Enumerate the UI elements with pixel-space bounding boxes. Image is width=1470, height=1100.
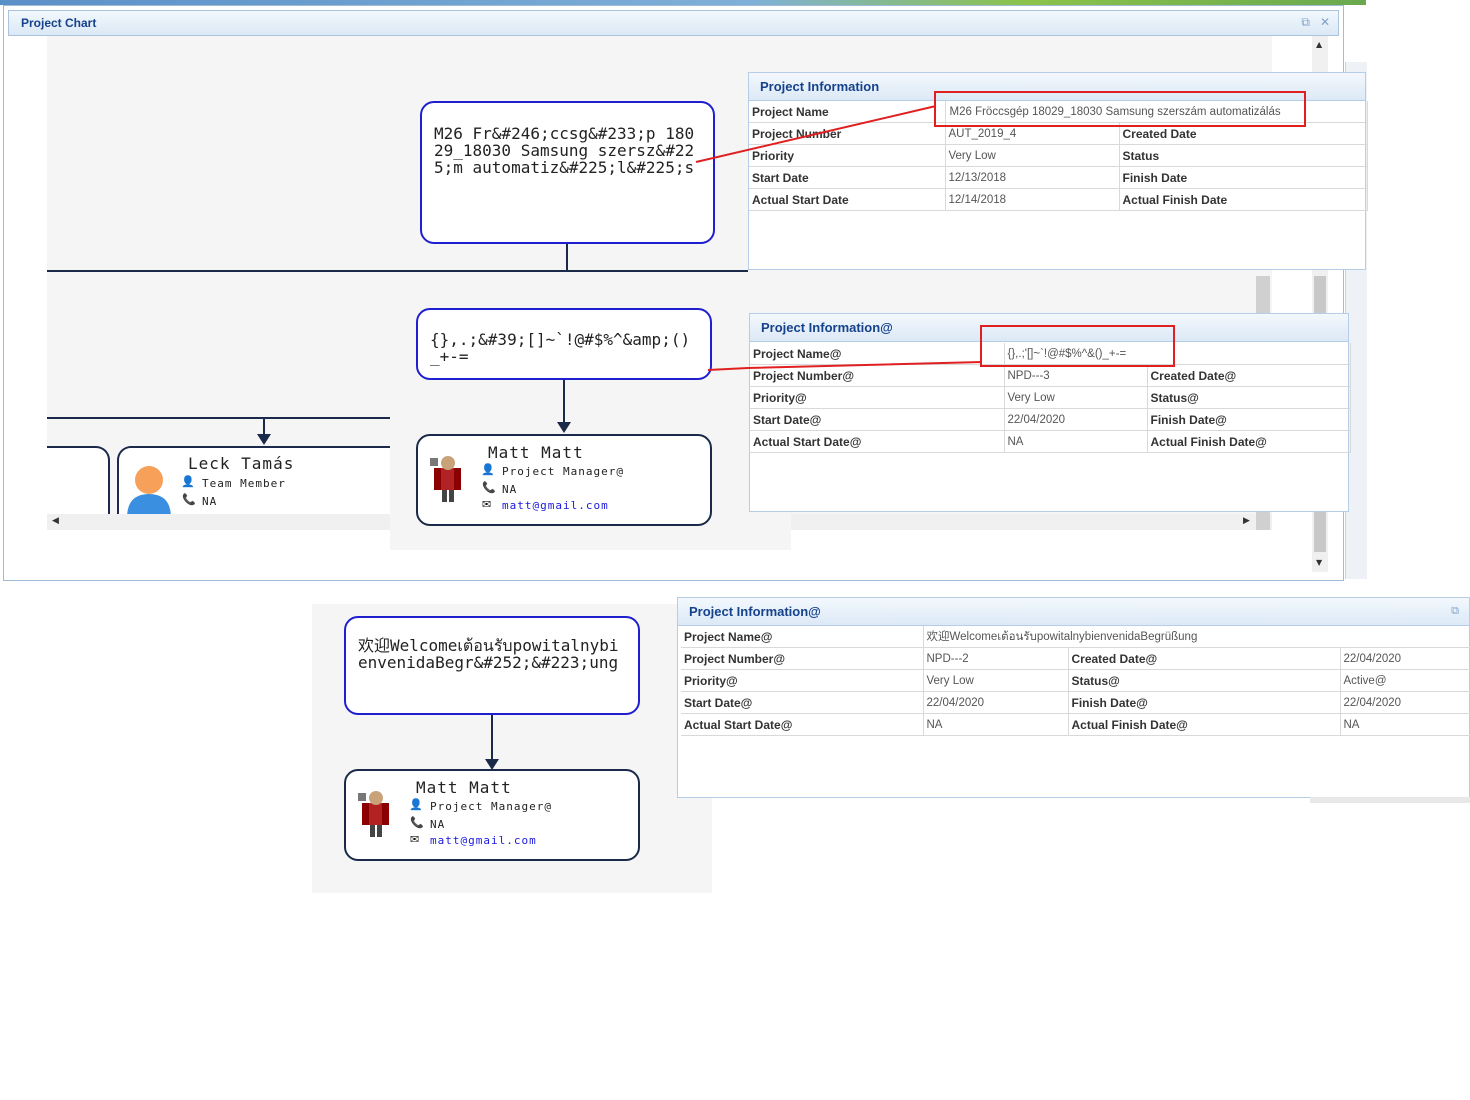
value-start-date: 22/04/2020 — [923, 691, 1069, 714]
value-project-number: NPD---2 — [923, 647, 1069, 670]
popout-icon[interactable]: ⧉ — [1451, 604, 1459, 618]
label-status: Status@ — [1068, 669, 1341, 692]
label-finish-date: Finish Date@ — [1068, 691, 1341, 714]
label-start-date: Start Date@ — [681, 691, 924, 714]
highlight-line-1 — [695, 105, 937, 163]
panel-3-bottom-strip — [1310, 797, 1470, 803]
label-actual-start: Actual Start Date@ — [681, 713, 924, 736]
manager-email-link[interactable]: matt@gmail.com — [430, 834, 537, 847]
label-created-date: Created Date@ — [1068, 647, 1341, 670]
value-created-date: 22/04/2020 — [1340, 647, 1470, 670]
label-actual-finish: Actual Finish Date@ — [1068, 713, 1341, 736]
highlight-connector-lines — [695, 105, 983, 371]
manager-card-2[interactable]: Matt Matt 👤 Project Manager@ 📞 NA ✉ matt… — [344, 769, 640, 861]
label-priority: Priority@ — [681, 669, 924, 692]
value-status: Active@ — [1340, 669, 1470, 692]
project-info-table-3: Project Name@ 欢迎Welcomeเต้อนรับpowitalnyb… — [681, 626, 1470, 736]
value-actual-start: NA — [923, 713, 1069, 736]
value-actual-finish: NA — [1340, 713, 1470, 736]
manager-email[interactable]: matt@gmail.com — [430, 834, 537, 847]
email-icon: ✉ — [410, 833, 420, 846]
value-finish-date: 22/04/2020 — [1340, 691, 1470, 714]
value-priority: Very Low — [923, 669, 1069, 692]
phone-icon: 📞 — [410, 816, 424, 829]
connector-chart2 — [491, 714, 493, 760]
label-project-name: Project Name@ — [681, 626, 924, 648]
manager-role: Project Manager@ — [430, 800, 552, 813]
highlight-line-2 — [707, 361, 983, 371]
user-role-icon: 👤 — [409, 798, 423, 811]
manager-phone: NA — [430, 818, 446, 831]
manager-name: Matt Matt — [416, 778, 512, 797]
project-info-panel-3: Project Information@ ⧉ Project Name@ 欢迎We… — [677, 597, 1470, 798]
panel-header: Project Information@ ⧉ — [678, 598, 1469, 626]
thor-avatar-icon — [358, 791, 389, 837]
panel-title: Project Information@ — [689, 604, 821, 619]
label-project-number: Project Number@ — [681, 647, 924, 670]
root-project-node-2[interactable]: 欢迎Welcomeเต้อนรับpowitalnybienvenidaBegr… — [344, 616, 640, 715]
value-project-name: 欢迎Welcomeเต้อนรับpowitalnybienvenidaBegr… — [923, 626, 1470, 648]
root-project-node-2-text: 欢迎Welcomeเต้อนรับpowitalnybienvenidaBegr… — [358, 636, 619, 672]
